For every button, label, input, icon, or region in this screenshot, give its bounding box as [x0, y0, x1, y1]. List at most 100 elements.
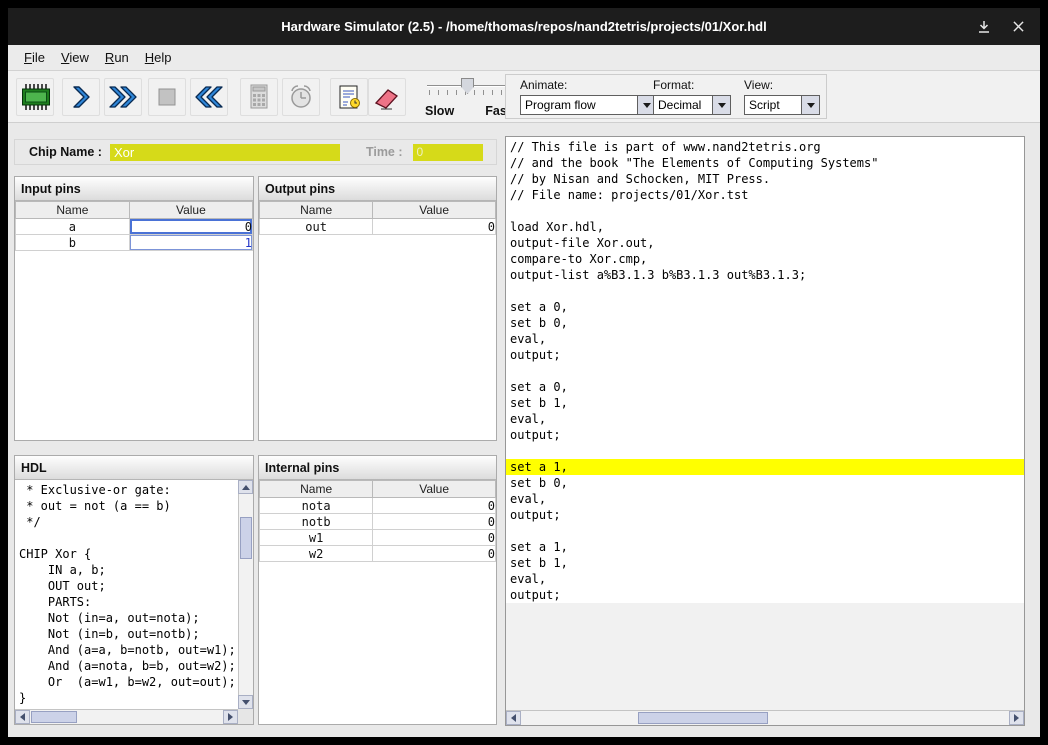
- column-header-value: Value: [373, 481, 496, 498]
- script-line: output-file Xor.out,: [506, 235, 1024, 251]
- hdl-vertical-scrollbar[interactable]: [238, 480, 253, 709]
- run-button[interactable]: [104, 78, 142, 116]
- scroll-right-button[interactable]: [223, 710, 238, 724]
- column-header-value: Value: [373, 202, 496, 219]
- pin-name: nota: [260, 498, 373, 514]
- scrollbar-thumb[interactable]: [31, 711, 77, 723]
- stop-button[interactable]: [148, 78, 186, 116]
- script-line: [506, 283, 1024, 299]
- script-line: // This file is part of www.nand2tetris.…: [506, 139, 1024, 155]
- clock-icon: [287, 83, 315, 111]
- animate-value: Program flow: [521, 96, 637, 114]
- close-icon[interactable]: [1010, 19, 1026, 35]
- script-line: load Xor.hdl,: [506, 219, 1024, 235]
- hdl-horizontal-scrollbar[interactable]: [15, 709, 238, 724]
- script-line: output;: [506, 587, 1024, 603]
- hdl-line: Not (in=b, out=notb);: [15, 626, 238, 642]
- menu-bar: FileViewRunHelp: [8, 45, 1040, 71]
- view-combo-block: View: Script: [744, 78, 820, 115]
- script-view: // This file is part of www.nand2tetris.…: [506, 137, 1024, 710]
- clock-button[interactable]: [282, 78, 320, 116]
- menu-item[interactable]: Run: [97, 47, 137, 68]
- column-header-value: Value: [129, 202, 252, 219]
- scroll-up-button[interactable]: [238, 480, 253, 494]
- arrow-left-icon: [507, 714, 516, 722]
- hdl-line: [15, 530, 238, 546]
- scroll-down-button[interactable]: [238, 695, 253, 709]
- pin-value: 0: [373, 498, 496, 514]
- script-line: output;: [506, 507, 1024, 523]
- script-line: output;: [506, 427, 1024, 443]
- scrollbar-thumb[interactable]: [240, 517, 252, 559]
- pin-row[interactable]: out 0: [260, 219, 496, 235]
- input-pins-title: Input pins: [15, 177, 253, 201]
- menu-item[interactable]: View: [53, 47, 97, 68]
- chevron-down-icon[interactable]: [801, 96, 819, 114]
- pin-name: b: [16, 235, 130, 251]
- arrow-down-icon: [242, 700, 250, 709]
- view-label: View:: [744, 78, 820, 92]
- clear-output-button[interactable]: [368, 78, 406, 116]
- minimize-icon[interactable]: [976, 19, 992, 35]
- menu-item[interactable]: File: [16, 47, 53, 68]
- scrollbar-thumb[interactable]: [638, 712, 768, 724]
- script-line: output;: [506, 347, 1024, 363]
- format-combobox[interactable]: Decimal: [653, 95, 731, 115]
- pin-value[interactable]: 1: [129, 235, 252, 251]
- animate-combobox[interactable]: Program flow: [520, 95, 656, 115]
- hdl-line: CHIP Xor {: [15, 546, 238, 562]
- menu-item[interactable]: Help: [137, 47, 180, 68]
- pin-row[interactable]: notb 0: [260, 514, 496, 530]
- chip-name-field[interactable]: Xor: [110, 144, 340, 161]
- script-line: eval,: [506, 411, 1024, 427]
- script-line: [506, 523, 1024, 539]
- script-line: set a 0,: [506, 379, 1024, 395]
- script-line: compare-to Xor.cmp,: [506, 251, 1024, 267]
- pin-row[interactable]: a 0: [16, 219, 253, 235]
- hdl-line: */: [15, 514, 238, 530]
- output-pins-table: Name Value out 0: [259, 201, 496, 235]
- app-window: Hardware Simulator (2.5) - /home/thomas/…: [8, 8, 1040, 737]
- hdl-line: Or (a=w1, b=w2, out=out);: [15, 674, 238, 690]
- scroll-left-button[interactable]: [506, 711, 521, 725]
- chip-name-bar: Chip Name : Xor Time : 0: [14, 139, 497, 165]
- script-icon: [335, 83, 363, 111]
- script-line: set a 0,: [506, 299, 1024, 315]
- pin-row[interactable]: w1 0: [260, 530, 496, 546]
- load-chip-button[interactable]: [16, 78, 54, 116]
- format-combo-block: Format: Decimal: [653, 78, 731, 115]
- format-label: Format:: [653, 78, 731, 92]
- main-area: Chip Name : Xor Time : 0 Input pins Name…: [8, 123, 1040, 737]
- internal-pins-table: Name Value nota 0 notb 0: [259, 480, 496, 562]
- script-panel: // This file is part of www.nand2tetris.…: [505, 136, 1025, 726]
- title-bar: Hardware Simulator (2.5) - /home/thomas/…: [8, 8, 1040, 45]
- pin-row[interactable]: b 1: [16, 235, 253, 251]
- window-title: Hardware Simulator (2.5) - /home/thomas/…: [281, 19, 766, 34]
- view-script-button[interactable]: [330, 78, 368, 116]
- view-combobox[interactable]: Script: [744, 95, 820, 115]
- script-line: eval,: [506, 491, 1024, 507]
- column-header-name: Name: [260, 481, 373, 498]
- chip-icon: [20, 83, 50, 111]
- internal-pins-panel: Internal pins Name Value nota 0: [258, 455, 497, 725]
- stop-icon: [154, 84, 180, 110]
- single-step-button[interactable]: [62, 78, 100, 116]
- calculator-button[interactable]: [240, 78, 278, 116]
- chevron-down-icon[interactable]: [712, 96, 730, 114]
- output-pins-title: Output pins: [259, 177, 496, 201]
- pin-value[interactable]: 0: [129, 219, 252, 235]
- rewind-icon: [194, 84, 224, 110]
- hdl-line: PARTS:: [15, 594, 238, 610]
- speed-slider[interactable]: Slow Fast: [425, 76, 511, 118]
- script-line: set a 1,: [506, 539, 1024, 555]
- pin-row[interactable]: w2 0: [260, 546, 496, 562]
- input-pins-panel: Input pins Name Value a 0: [14, 176, 254, 441]
- scroll-right-button[interactable]: [1009, 711, 1024, 725]
- script-line: // by Nisan and Schocken, MIT Press.: [506, 171, 1024, 187]
- script-line: set b 1,: [506, 555, 1024, 571]
- slider-slow-label: Slow: [425, 104, 454, 118]
- scroll-left-button[interactable]: [15, 710, 30, 724]
- rewind-button[interactable]: [190, 78, 228, 116]
- pin-row[interactable]: nota 0: [260, 498, 496, 514]
- script-horizontal-scrollbar[interactable]: [506, 710, 1024, 725]
